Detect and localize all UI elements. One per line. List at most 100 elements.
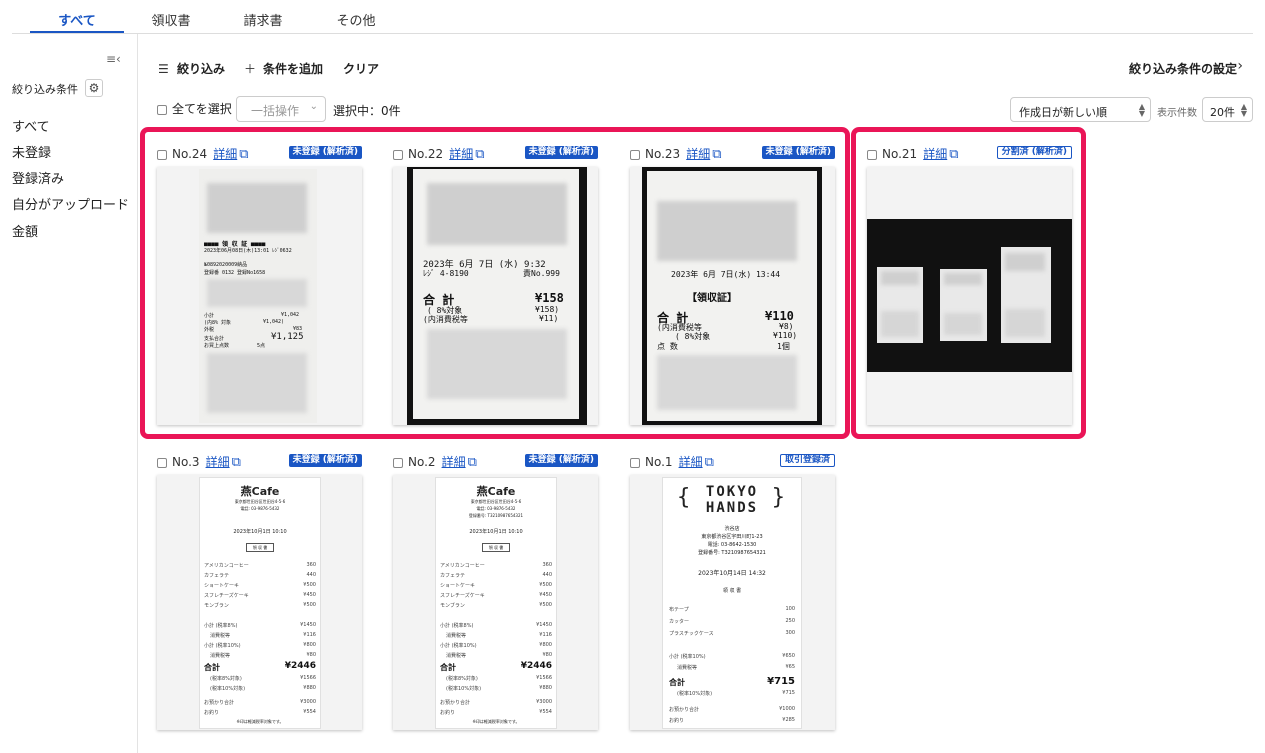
- change-label: お釣り: [669, 718, 685, 724]
- tax-value: ¥80: [306, 652, 316, 658]
- collapse-sidebar-icon[interactable]: ≡‹: [106, 52, 121, 66]
- detail-link[interactable]: 詳細: [686, 147, 710, 161]
- clear-button[interactable]: クリア: [343, 60, 379, 77]
- card-checkbox[interactable]: [157, 149, 167, 160]
- receipt-line: 2023年06月08日(木)13:01 ﾚｼﾞ0632: [204, 248, 292, 254]
- card-header: No.22 詳細 ⧉ 未登録 (解析済): [393, 145, 598, 163]
- detail-link[interactable]: 詳細: [206, 455, 230, 469]
- per-page-label: 表示件数: [1157, 108, 1197, 119]
- card-checkbox[interactable]: [630, 457, 640, 468]
- redacted-area: [657, 355, 797, 410]
- tab-other[interactable]: その他: [309, 10, 403, 29]
- detail-link[interactable]: 詳細: [923, 147, 947, 161]
- receipt-paper: [940, 269, 987, 341]
- redacted-area: [207, 353, 307, 413]
- filter-settings-link[interactable]: 絞り込み条件の設定: [1129, 60, 1237, 77]
- receipt-line: 東京都渋谷区宇田川町1-23: [701, 534, 763, 540]
- open-external-icon[interactable]: ⧉: [949, 147, 958, 162]
- redacted-area: [944, 313, 982, 335]
- card-header: No.21 詳細 ⧉ 分割済 (解析済): [867, 145, 1072, 163]
- per-page-select[interactable]: 20件 ▲ ▼: [1202, 97, 1253, 122]
- card-checkbox[interactable]: [393, 149, 403, 160]
- redacted-area: [657, 201, 797, 261]
- document-type-tabs: すべて 領収書 請求書 その他: [0, 0, 1265, 34]
- redacted-area: [427, 183, 567, 245]
- receipt-line: 2023年10月1日 10:10: [469, 529, 523, 535]
- card-checkbox[interactable]: [393, 457, 403, 468]
- add-condition-button[interactable]: ＋条件を追加: [244, 60, 323, 77]
- change-label: お釣り: [204, 710, 220, 716]
- sidebar-item-unregistered[interactable]: 未登録: [12, 142, 51, 161]
- receipt-paper: 燕Cafe 東京都世田谷区世田谷4-5-6 電話: 03-9876-5432 登…: [435, 477, 557, 729]
- receipt-total: ¥158: [535, 291, 564, 305]
- sidebar-item-registered[interactable]: 登録済み: [12, 168, 64, 187]
- receipt-line: 小計: [204, 313, 215, 319]
- receipt-line: 電話: 03-9876-5432: [476, 506, 516, 511]
- sidebar-item-all[interactable]: すべて: [12, 116, 50, 135]
- item-price: ¥500: [303, 582, 316, 588]
- receipt-thumbnail[interactable]: 燕Cafe 東京都世田谷区世田谷4-5-6 電話: 03-9876-5432 登…: [393, 475, 598, 730]
- tax-basis-value: ¥1566: [536, 675, 552, 681]
- card-checkbox[interactable]: [157, 457, 167, 468]
- card-number: No.22: [408, 147, 444, 161]
- receipt-line: ¥11): [539, 314, 559, 323]
- receipt-line: 責No.999: [523, 269, 560, 278]
- receipt-thumbnail[interactable]: { TOKYO HANDS } 渋谷店 東京都渋谷区宇田川町1-23 電話: 0…: [630, 475, 835, 730]
- detail-link[interactable]: 詳細: [449, 147, 473, 161]
- checkbox[interactable]: [157, 104, 167, 115]
- tab-invoices[interactable]: 請求書: [216, 10, 310, 29]
- receipt-thumbnail[interactable]: 2023年 6月 7日(水) 13:44 【領収証】 合 計 ¥110 (内消費…: [630, 167, 835, 425]
- card-checkbox[interactable]: [630, 149, 640, 160]
- item-name: モンブラン: [204, 603, 229, 609]
- subtotal-label: 小計 (税率8%): [440, 623, 474, 629]
- item-price: 360: [542, 562, 552, 568]
- card-checkbox[interactable]: [867, 149, 877, 160]
- sidebar-item-my-uploads[interactable]: 自分がアップロード: [12, 194, 129, 213]
- subtotal-label: 小計 (税率10%): [440, 643, 477, 649]
- sort-select[interactable]: 作成日が新しい順 ▲ ▼: [1010, 97, 1151, 122]
- receipt-thumbnail[interactable]: ■■■■ 領 収 証 ■■■■ 2023年06月08日(木)13:01 ﾚｼﾞ0…: [157, 167, 362, 425]
- receipt-paper: [877, 267, 923, 343]
- receipt-total: ¥1,125: [271, 332, 304, 342]
- item-name: カッター: [669, 619, 690, 625]
- item-price: 100: [785, 606, 795, 612]
- total-label: 合計: [204, 663, 220, 672]
- receipt-line: 【領収証】: [687, 293, 737, 304]
- receipt-line: 外税: [204, 327, 215, 333]
- item-price: ¥450: [303, 592, 316, 598]
- open-external-icon[interactable]: ⧉: [705, 455, 714, 470]
- bulk-action-select[interactable]: 一括操作 ⌄: [236, 96, 326, 122]
- item-price: ¥500: [539, 582, 552, 588]
- item-name: アメリカンコーヒー: [204, 563, 249, 569]
- paid-label: お預かり合計: [204, 700, 235, 706]
- receipt-thumbnail[interactable]: 燕Cafe 東京都世田谷区世田谷4-5-6 電話: 03-9876-5432 2…: [157, 475, 362, 730]
- subtotal-value: ¥800: [303, 642, 316, 648]
- sidebar-item-amount[interactable]: 金額: [12, 221, 38, 240]
- open-external-icon[interactable]: ⧉: [232, 455, 241, 470]
- receipt-note: ※印は軽減税率対象です。: [236, 719, 284, 724]
- select-all-checkbox[interactable]: 全てを選択: [157, 100, 232, 117]
- receipt-thumbnail[interactable]: [867, 167, 1072, 425]
- receipt-line: 登録番号: T3210987654321: [698, 550, 766, 556]
- tab-receipts[interactable]: 領収書: [124, 10, 218, 29]
- status-badge: 未登録 (解析済): [761, 146, 835, 159]
- receipt-thumbnail[interactable]: 2023年 6月 7日 (水) 9:32 ﾚｼﾞ 4-8190 責No.999 …: [393, 167, 598, 425]
- gear-icon[interactable]: ⚙: [85, 79, 103, 97]
- total-value: ¥2446: [284, 661, 316, 671]
- filter-button[interactable]: ☰ 絞り込み: [158, 60, 225, 77]
- receipt-line: 登録番号: T3210987654321: [468, 513, 524, 518]
- item-price: 250: [785, 618, 795, 624]
- tab-all[interactable]: すべて: [30, 10, 124, 29]
- open-external-icon[interactable]: ⧉: [712, 147, 721, 162]
- detail-link[interactable]: 詳細: [442, 455, 466, 469]
- tax-label: 消費税等: [210, 653, 231, 659]
- receipt-line: 5点: [257, 343, 266, 349]
- paid-label: お預かり合計: [669, 707, 700, 713]
- detail-link[interactable]: 詳細: [213, 147, 237, 161]
- status-badge: 未登録 (解析済): [524, 146, 598, 159]
- chevron-right-icon[interactable]: ›: [1237, 58, 1243, 74]
- detail-link[interactable]: 詳細: [679, 455, 703, 469]
- open-external-icon[interactable]: ⧉: [475, 147, 484, 162]
- open-external-icon[interactable]: ⧉: [239, 147, 248, 162]
- open-external-icon[interactable]: ⧉: [468, 455, 477, 470]
